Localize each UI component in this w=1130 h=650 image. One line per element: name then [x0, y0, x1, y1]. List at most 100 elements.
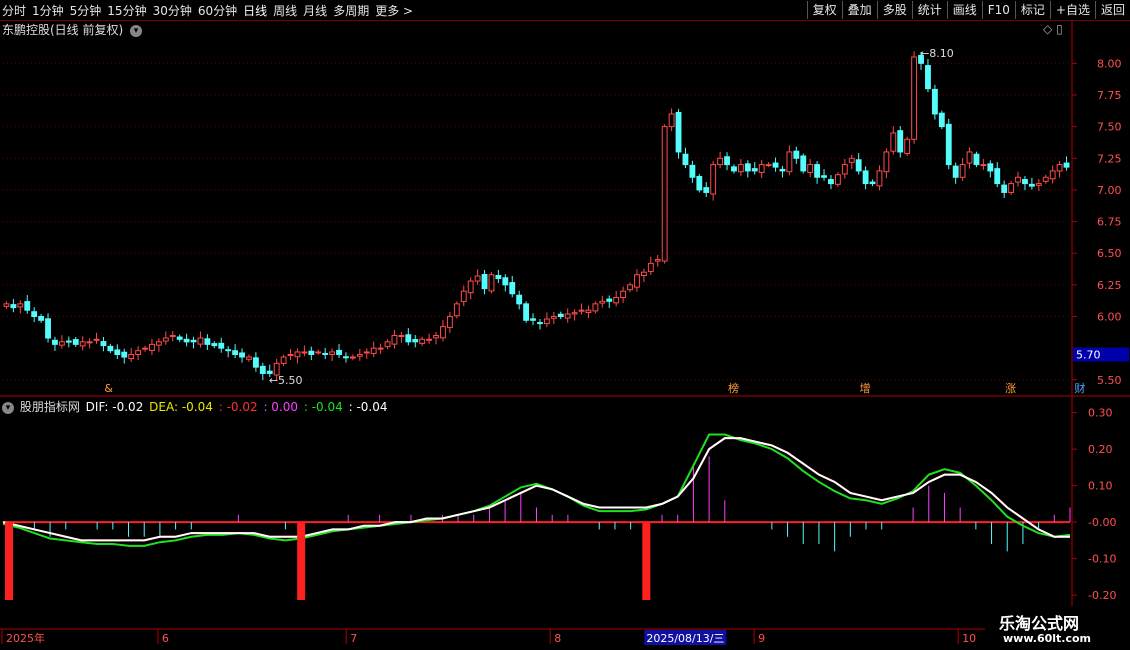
macd-red-line: [2, 437, 1070, 542]
tool-button-8[interactable]: 返回: [1094, 1, 1130, 19]
candle-body: [897, 130, 904, 153]
candle-body: [322, 352, 329, 355]
candle-body: [717, 157, 724, 166]
candle-body: [343, 356, 349, 359]
event-marker: 榜: [728, 381, 739, 395]
candle-body: [391, 335, 398, 345]
candle-body: [419, 338, 426, 344]
candle-body: [3, 303, 10, 307]
candle-body: [176, 336, 183, 340]
candle-body: [675, 111, 682, 153]
candle-body: [980, 164, 987, 167]
tool-button-3[interactable]: 统计: [911, 1, 947, 19]
tool-buttons: 复权 叠加 多股 统计 画线 F10 标记 +自选 返回: [806, 0, 1130, 20]
candle-body: [1001, 184, 1008, 193]
candle-body: [966, 151, 973, 164]
signal-bar: [642, 522, 651, 600]
period-tab-6[interactable]: 日线: [243, 2, 267, 19]
candle-body: [1015, 176, 1021, 183]
indicator-name[interactable]: 股朋指标网: [20, 400, 80, 414]
candle-body: [24, 301, 31, 311]
period-tab-1[interactable]: 1分钟: [32, 2, 64, 19]
candle-body: [634, 274, 640, 288]
candle-body: [952, 165, 959, 178]
candle-body: [731, 166, 737, 172]
candle-body: [509, 282, 516, 295]
tool-button-0[interactable]: 复权: [806, 1, 842, 19]
candle-body: [405, 334, 412, 343]
candle-body: [1056, 164, 1063, 172]
candle-body: [17, 303, 24, 308]
candle-body: [426, 338, 433, 341]
candle-body: [301, 351, 308, 354]
candle-body: [183, 338, 190, 343]
candle-body: [751, 168, 758, 172]
candle-body: [453, 303, 460, 317]
diamond-icon[interactable]: ◇: [1043, 22, 1052, 36]
tool-button-2[interactable]: 多股: [876, 1, 912, 19]
high-annotation: ←8.10: [920, 47, 954, 60]
period-tab-4[interactable]: 30分钟: [153, 2, 192, 19]
candle-body: [828, 179, 834, 185]
indicator-legend: ▾ 股朋指标网 DIF: -0.02 DEA: -0.04 : -0.02 : …: [2, 398, 390, 414]
chevron-down-icon[interactable]: ▾: [130, 24, 143, 37]
candle-body: [516, 294, 523, 305]
macd-tick-label: -0.00: [1088, 516, 1116, 529]
price-tick-label: 6.25: [1097, 279, 1122, 292]
period-tab-10[interactable]: 更多 >: [375, 2, 413, 19]
period-toolbar: 分时 1分钟 5分钟 15分钟 30分钟 60分钟 日线 周线 月线 多周期 更多 > 复权 叠加 多股…: [0, 0, 1130, 21]
tool-button-4[interactable]: 画线: [946, 1, 982, 19]
macd-green-line: [2, 433, 1071, 547]
candle-body: [779, 168, 786, 172]
stock-chart[interactable]: 8.00 7.75 7.50 7.25 7.00 6.75 6.50 6.25 6.00 5.70…: [0, 0, 1130, 650]
candle-body: [931, 88, 938, 115]
candle-body: [315, 351, 322, 354]
candle-body: [661, 126, 668, 262]
candle-body: [876, 170, 883, 187]
current-price-label: 5.70: [1076, 348, 1101, 361]
tool-button-6[interactable]: 标记: [1014, 1, 1050, 19]
white-value: : -0.04: [348, 400, 388, 414]
dea-value: DEA: -0.04: [149, 400, 213, 414]
candle-body: [31, 311, 38, 318]
stock-title-row: 东鹏控股(日线 前复权) ▾: [2, 21, 143, 37]
chevron-down-icon[interactable]: ▾: [2, 401, 14, 414]
chart-tools: ◇ ▯: [1043, 22, 1063, 36]
candle-body: [162, 337, 169, 342]
price-tick-label: 8.00: [1097, 57, 1122, 70]
candle-body: [398, 335, 405, 337]
panel-icon[interactable]: ▯: [1056, 22, 1063, 36]
candle-body: [370, 347, 377, 354]
candle-body: [890, 132, 897, 152]
tool-button-7[interactable]: +自选: [1049, 1, 1095, 19]
price-tick-label: 6.00: [1097, 311, 1122, 324]
candle-body: [273, 362, 280, 376]
candle-body: [959, 164, 966, 178]
candle-body: [377, 347, 384, 350]
tool-button-5[interactable]: F10: [981, 1, 1015, 19]
period-tab-8[interactable]: 月线: [303, 2, 327, 19]
candle-body: [557, 313, 564, 318]
candle-body: [440, 326, 446, 339]
magenta-value: : 0.00: [263, 400, 299, 414]
period-tab-3[interactable]: 15分钟: [107, 2, 146, 19]
candle-body: [904, 138, 911, 154]
period-tab-2[interactable]: 5分钟: [70, 2, 102, 19]
candle-body: [1028, 183, 1035, 187]
candle-body: [128, 353, 135, 360]
candle-body: [232, 350, 239, 355]
candle-body: [384, 341, 391, 348]
candle-body: [107, 345, 114, 352]
candle-body: [266, 370, 273, 374]
event-marker: 财: [1074, 381, 1085, 395]
period-tab-7[interactable]: 周线: [273, 2, 297, 19]
candle-body: [606, 298, 613, 302]
period-tab-5[interactable]: 60分钟: [198, 2, 237, 19]
period-tab-0[interactable]: 分时: [2, 2, 26, 19]
candle-body: [204, 338, 211, 345]
tool-button-1[interactable]: 叠加: [841, 1, 877, 19]
dif-value: DIF: -0.02: [85, 400, 144, 414]
date-label: 10: [962, 632, 976, 645]
candle-body: [571, 312, 578, 315]
period-tab-9[interactable]: 多周期: [333, 2, 369, 19]
